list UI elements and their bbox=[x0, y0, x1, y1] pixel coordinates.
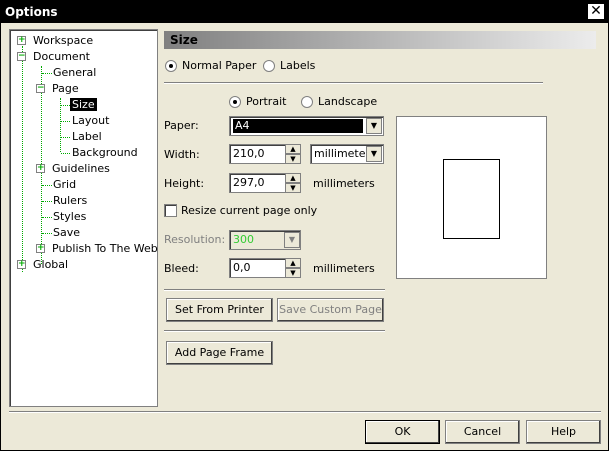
height-unit: millimeters bbox=[313, 177, 375, 190]
page-preview-sheet bbox=[443, 159, 500, 239]
tree-item-grid[interactable]: Grid bbox=[53, 177, 76, 192]
spin-down-icon[interactable]: ▼ bbox=[285, 268, 301, 278]
window-title: Options bbox=[5, 5, 58, 19]
set-from-printer-button[interactable]: Set From Printer bbox=[166, 298, 273, 322]
page-preview bbox=[396, 116, 547, 279]
labels-label: Labels bbox=[280, 59, 316, 72]
options-tree: + Workspace − Document General − Page Si… bbox=[9, 29, 158, 407]
bleed-label: Bleed: bbox=[164, 262, 199, 275]
normal-paper-label: Normal Paper bbox=[182, 59, 257, 72]
width-label: Width: bbox=[164, 148, 200, 161]
labels-radio[interactable] bbox=[263, 60, 275, 72]
tree-item-rulers[interactable]: Rulers bbox=[53, 193, 87, 208]
tree-item-general[interactable]: General bbox=[53, 65, 96, 80]
help-button[interactable]: Help bbox=[526, 420, 601, 444]
spin-down-icon[interactable]: ▼ bbox=[285, 154, 301, 164]
bleed-unit: millimeters bbox=[313, 262, 375, 275]
tree-item-guidelines[interactable]: + Guidelines bbox=[36, 161, 110, 176]
options-dialog: Options ✕ + Workspace − Document General… bbox=[0, 0, 609, 451]
tree-item-styles[interactable]: Styles bbox=[53, 209, 86, 224]
expand-icon[interactable]: + bbox=[17, 36, 26, 45]
tree-item-page[interactable]: − Page bbox=[36, 81, 79, 96]
normal-paper-radio[interactable] bbox=[165, 60, 177, 72]
landscape-label: Landscape bbox=[318, 95, 378, 108]
spin-up-icon[interactable]: ▲ bbox=[285, 144, 301, 154]
collapse-icon[interactable]: − bbox=[36, 84, 45, 93]
tree-item-publish[interactable]: + Publish To The Web bbox=[36, 241, 158, 256]
height-spinner[interactable]: ▲ ▼ bbox=[285, 173, 301, 193]
height-input[interactable]: 297,0 bbox=[229, 173, 291, 193]
tree-item-global[interactable]: + Global bbox=[17, 257, 68, 272]
tree-guide-line bbox=[60, 98, 61, 152]
tree-item-layout[interactable]: Layout bbox=[72, 113, 109, 128]
save-custom-page-button[interactable]: Save Custom Page bbox=[277, 298, 384, 322]
resize-current-page-checkbox[interactable] bbox=[164, 204, 177, 217]
tree-item-size[interactable]: Size bbox=[70, 97, 97, 112]
panel-header: Size bbox=[164, 31, 596, 49]
close-button[interactable]: ✕ bbox=[588, 4, 604, 19]
tree-item-document[interactable]: − Document bbox=[17, 49, 90, 64]
landscape-radio[interactable] bbox=[301, 96, 313, 108]
resolution-label: Resolution: bbox=[164, 233, 226, 246]
add-page-frame-button[interactable]: Add Page Frame bbox=[166, 341, 273, 365]
spin-up-icon[interactable]: ▲ bbox=[285, 173, 301, 183]
title-bar: Options ✕ bbox=[1, 1, 608, 23]
tree-guide-line bbox=[22, 46, 23, 272]
footer-separator bbox=[9, 411, 601, 413]
resolution-dropdown-icon[interactable]: ▼ bbox=[284, 232, 300, 248]
portrait-radio[interactable] bbox=[229, 96, 241, 108]
collapse-icon[interactable]: − bbox=[17, 52, 26, 61]
expand-icon[interactable]: + bbox=[17, 260, 26, 269]
width-input[interactable]: 210,0 bbox=[229, 144, 291, 164]
tree-item-workspace[interactable]: + Workspace bbox=[17, 33, 93, 48]
bleed-spinner[interactable]: ▲ ▼ bbox=[285, 258, 301, 278]
tree-item-label[interactable]: Label bbox=[72, 129, 102, 144]
tree-item-background[interactable]: Background bbox=[72, 145, 138, 160]
separator bbox=[164, 289, 385, 291]
spin-down-icon[interactable]: ▼ bbox=[285, 183, 301, 193]
portrait-label: Portrait bbox=[246, 95, 287, 108]
paper-label: Paper: bbox=[164, 119, 199, 132]
paper-dropdown-icon[interactable]: ▼ bbox=[366, 118, 382, 134]
tree-item-save[interactable]: Save bbox=[53, 225, 80, 240]
width-spinner[interactable]: ▲ ▼ bbox=[285, 144, 301, 164]
cancel-button[interactable]: Cancel bbox=[445, 420, 520, 444]
ok-button[interactable]: OK bbox=[365, 420, 440, 444]
panel-title: Size bbox=[170, 33, 198, 47]
bleed-input[interactable]: 0,0 bbox=[229, 258, 291, 278]
unit-dropdown-icon[interactable]: ▼ bbox=[366, 146, 382, 162]
resize-current-page-label: Resize current page only bbox=[181, 204, 318, 217]
height-label: Height: bbox=[164, 177, 205, 190]
expand-icon[interactable]: + bbox=[36, 164, 45, 173]
separator bbox=[164, 82, 543, 84]
expand-icon[interactable]: + bbox=[36, 244, 45, 253]
paper-select[interactable]: A4 bbox=[229, 116, 384, 136]
spin-up-icon[interactable]: ▲ bbox=[285, 258, 301, 268]
separator bbox=[164, 330, 385, 332]
